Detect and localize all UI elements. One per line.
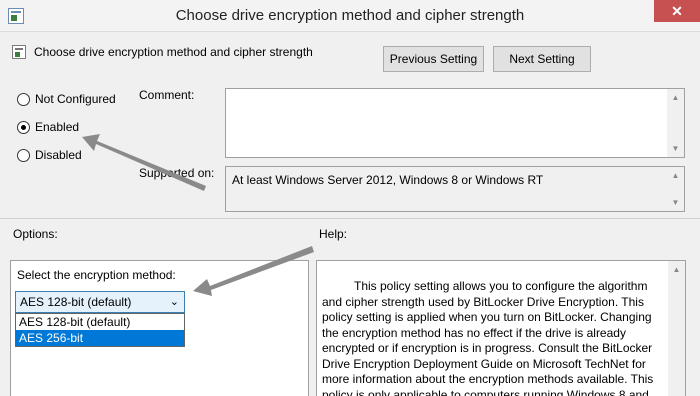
scroll-up-icon[interactable]: ▲ [668, 261, 685, 278]
encryption-method-select[interactable]: AES 128-bit (default) ⌄ [15, 291, 185, 313]
window-edge [692, 260, 700, 396]
help-scrollbar[interactable]: ▲ [668, 261, 685, 396]
radio-disabled[interactable]: Disabled [17, 147, 82, 163]
window-title: Choose drive encryption method and ciphe… [175, 7, 525, 24]
policy-header: Choose drive encryption method and ciphe… [12, 44, 313, 60]
section-divider [0, 218, 700, 219]
select-value: AES 128-bit (default) [20, 295, 132, 309]
radio-circle[interactable] [17, 148, 30, 162]
policy-name: Choose drive encryption method and ciphe… [34, 45, 313, 59]
radio-label: Enabled [35, 120, 80, 134]
encryption-method-label: Select the encryption method: [17, 268, 176, 282]
close-button[interactable]: ✕ [654, 0, 700, 22]
comment-label: Comment: [139, 88, 195, 102]
next-setting-button[interactable]: Next Setting [493, 46, 591, 72]
radio-label: Not Configured [35, 92, 116, 106]
dropdown-option-aes-128[interactable]: AES 128-bit (default) [16, 314, 184, 330]
scroll-up-icon[interactable]: ▲ [667, 167, 684, 184]
scroll-down-icon[interactable]: ▼ [667, 140, 684, 157]
radio-label: Disabled [35, 148, 82, 162]
comment-scrollbar[interactable]: ▲ ▼ [667, 89, 684, 157]
title-bar: Choose drive encryption method and ciphe… [0, 0, 700, 32]
encryption-method-dropdown[interactable]: AES 128-bit (default) AES 256-bit [15, 313, 185, 347]
supported-on-value: At least Windows Server 2012, Windows 8 … [232, 173, 544, 187]
help-label: Help: [319, 227, 348, 241]
dropdown-option-aes-256[interactable]: AES 256-bit [16, 330, 184, 346]
help-text: This policy setting allows you to config… [322, 279, 654, 396]
policy-setting-icon [12, 45, 26, 59]
arrow-to-enabled [82, 134, 206, 191]
scroll-down-icon[interactable]: ▼ [667, 194, 684, 211]
radio-circle[interactable] [17, 92, 30, 106]
radio-enabled[interactable]: Enabled [17, 119, 79, 135]
chevron-down-icon[interactable]: ⌄ [170, 295, 179, 308]
supported-scrollbar[interactable]: ▲ ▼ [667, 167, 684, 211]
scroll-up-icon[interactable]: ▲ [667, 89, 684, 106]
radio-not-configured[interactable]: Not Configured [17, 91, 116, 107]
previous-setting-button[interactable]: Previous Setting [383, 46, 484, 72]
radio-circle-selected[interactable] [17, 120, 30, 134]
supported-on-field: At least Windows Server 2012, Windows 8 … [225, 166, 685, 212]
options-label: Options: [13, 227, 58, 241]
comment-textarea[interactable]: ▲ ▼ [225, 88, 685, 158]
supported-on-label: Supported on: [139, 166, 215, 180]
